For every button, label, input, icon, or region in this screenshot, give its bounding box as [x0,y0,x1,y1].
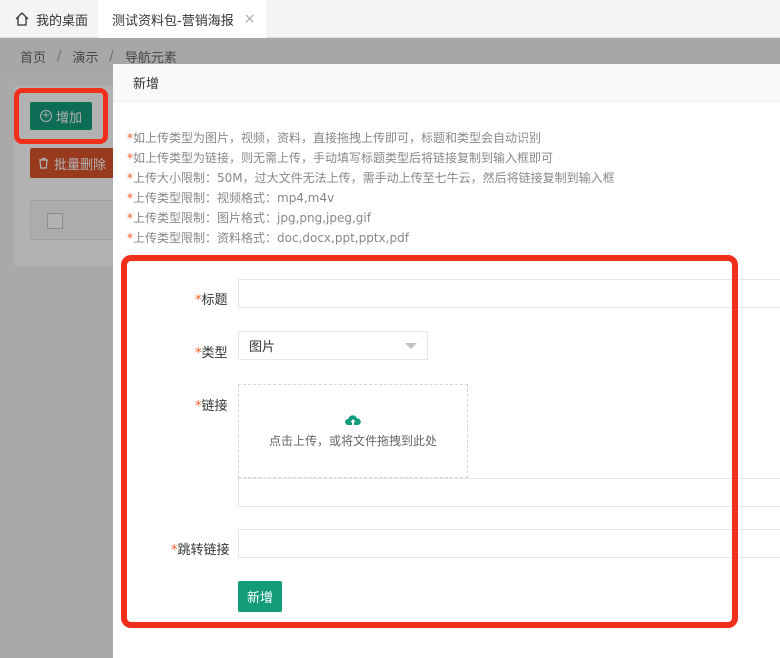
upload-tips: *如上传类型为图片，视频，资料，直接拖拽上传即可，标题和类型会自动识别 *如上传… [127,128,767,248]
tab-marketing-poster[interactable]: 测试资料包-营销海报 × [98,0,266,38]
tip-line: *如上传类型为图片，视频，资料，直接拖拽上传即可，标题和类型会自动识别 [127,131,542,145]
tab-home[interactable]: 我的桌面 [14,0,88,38]
home-icon [15,12,29,26]
tab-bar: 我的桌面 测试资料包-营销海报 × [0,0,780,38]
tip-line: *如上传类型为链接，则无需上传，手动填写标题类型后将链接复制到输入框即可 [127,151,554,165]
tip-line: *上传类型限制：图片格式：jpg,png,jpeg,gif [127,211,371,225]
tip-line: *上传大小限制：50M，过大文件无法上传，需手动上传至七牛云，然后将链接复制到输… [127,171,615,185]
dialog-title-text: 新增 [133,77,160,92]
close-icon[interactable]: × [244,11,256,27]
annotation-box-form [121,255,738,628]
tab-active-label: 测试资料包-营销海报 [112,13,234,29]
dialog-title: 新增 [113,64,780,102]
tip-line: *上传类型限制：视频格式：mp4,m4v [127,191,335,205]
annotation-box-add-button [14,88,108,144]
tip-line: *上传类型限制：资料格式：doc,docx,ppt,pptx,pdf [127,231,409,245]
tab-home-label: 我的桌面 [36,13,89,29]
